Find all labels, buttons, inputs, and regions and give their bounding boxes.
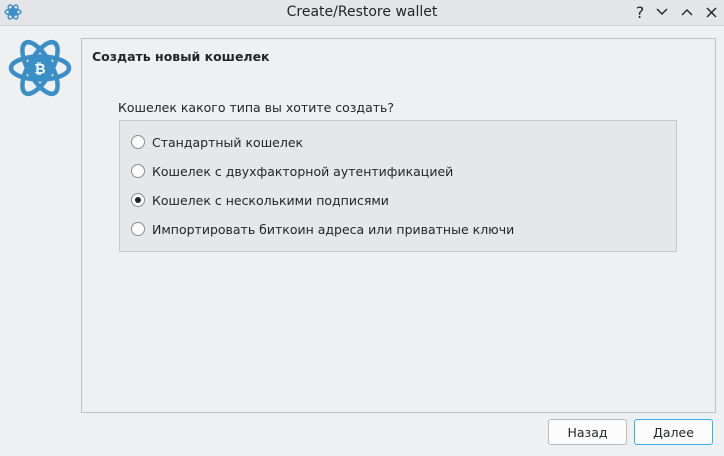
close-icon xyxy=(706,7,716,17)
minimize-button[interactable] xyxy=(652,2,672,22)
chevron-down-icon xyxy=(656,8,668,15)
page-title: Создать новый кошелек xyxy=(92,49,270,64)
radio-option-multisig-wallet[interactable]: Кошелек с несколькими подписями xyxy=(131,190,389,210)
radio-button[interactable] xyxy=(131,222,145,236)
radio-label: Кошелек с двухфакторной аутентификацией xyxy=(152,163,454,179)
electrum-logo: ₿ xyxy=(8,39,72,97)
radio-option-standard-wallet[interactable]: Стандартный кошелек xyxy=(131,132,303,152)
wallet-type-radio-group: Стандартный кошелек Кошелек с двухфактор… xyxy=(119,120,677,252)
radio-label: Кошелек с несколькими подписями xyxy=(152,192,389,208)
radio-button-selected[interactable] xyxy=(131,193,145,207)
radio-label: Стандартный кошелек xyxy=(152,134,304,150)
wizard-window: Create/Restore wallet ? ₿ Создать новый … xyxy=(0,0,724,456)
close-button[interactable] xyxy=(701,2,721,22)
help-button[interactable]: ? xyxy=(630,2,650,22)
radio-button[interactable] xyxy=(131,135,145,149)
wallet-type-question: Кошелек какого типа вы хотите создать? xyxy=(118,100,395,115)
radio-option-2fa-wallet[interactable]: Кошелек с двухфакторной аутентификацией xyxy=(131,161,453,181)
window-title: Create/Restore wallet xyxy=(286,4,438,20)
svg-text:₿: ₿ xyxy=(34,62,45,78)
radio-button[interactable] xyxy=(131,164,145,178)
wizard-content-panel: Создать новый кошелек Кошелек какого тип… xyxy=(81,38,716,413)
radio-label: Импортировать биткоин адреса или приватн… xyxy=(152,221,515,237)
chevron-up-icon xyxy=(681,9,693,16)
maximize-button[interactable] xyxy=(677,2,697,22)
next-button[interactable]: Далее xyxy=(634,419,713,445)
back-button[interactable]: Назад xyxy=(548,419,627,445)
title-bar[interactable]: Create/Restore wallet ? xyxy=(0,0,724,26)
radio-option-import-keys[interactable]: Импортировать биткоин адреса или приватн… xyxy=(131,219,514,239)
